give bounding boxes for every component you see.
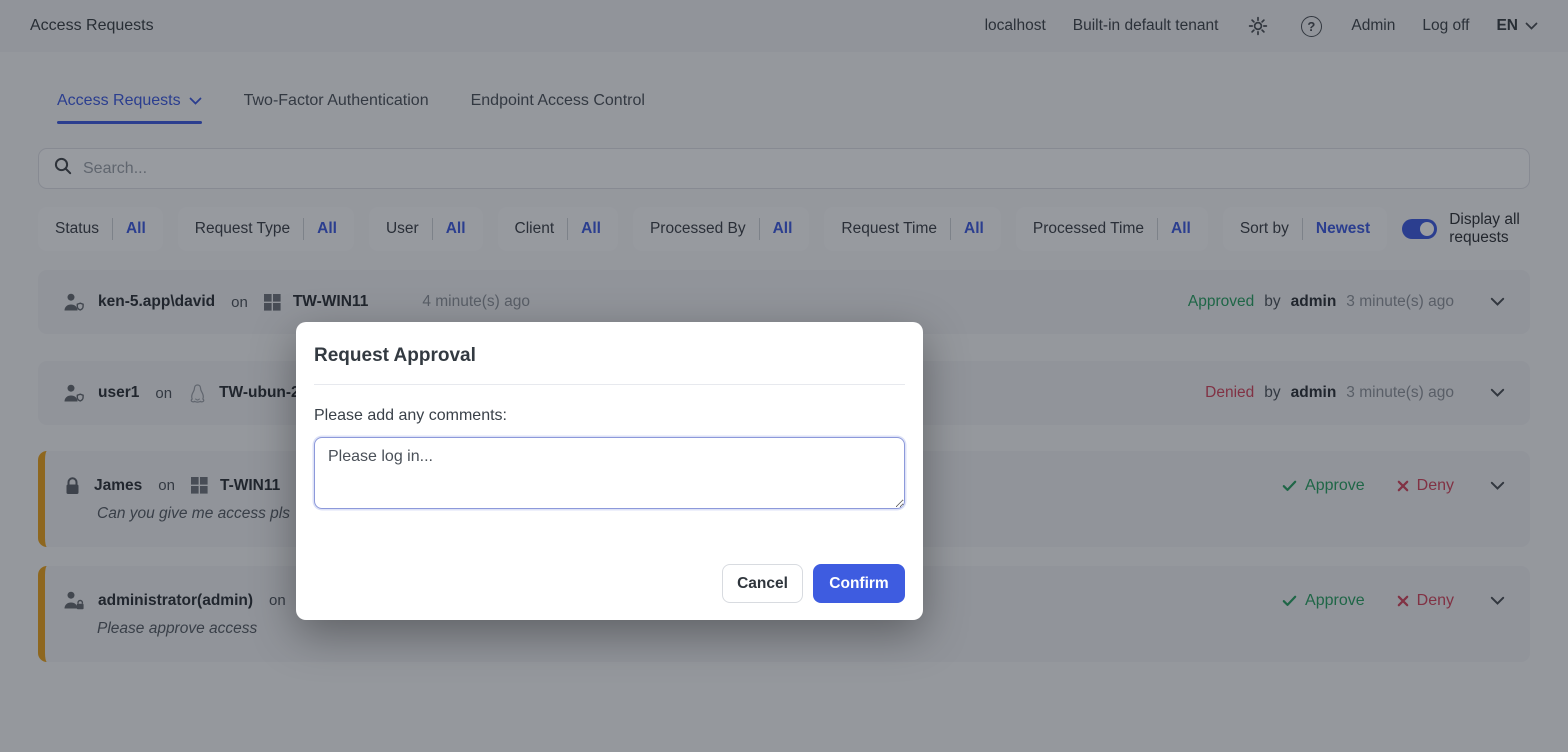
dialog-actions: Cancel Confirm (722, 564, 905, 603)
comment-textarea[interactable]: Please log in... (314, 437, 905, 509)
divider (314, 384, 905, 385)
confirm-button[interactable]: Confirm (813, 564, 905, 603)
request-approval-dialog: Request Approval Please add any comments… (296, 322, 923, 620)
cancel-button[interactable]: Cancel (722, 564, 803, 603)
comment-prompt: Please add any comments: (314, 407, 905, 425)
dialog-title: Request Approval (296, 322, 923, 384)
